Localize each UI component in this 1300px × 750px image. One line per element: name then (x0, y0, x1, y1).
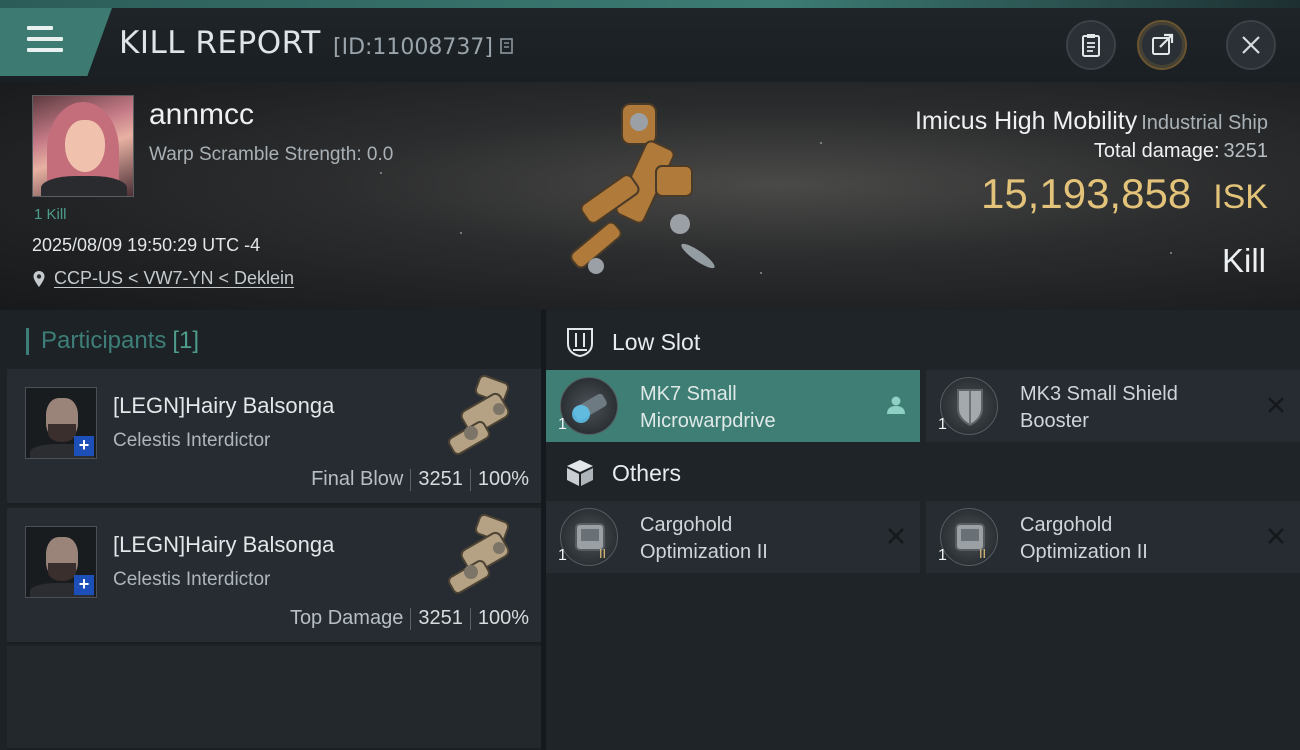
total-damage: Total damage: 3251 (1093, 140, 1268, 162)
share-button[interactable] (1137, 20, 1187, 70)
hamburger-icon (27, 26, 63, 56)
low-slot-icon (567, 328, 593, 358)
participant-avatar[interactable]: + (25, 387, 97, 459)
participant-percent: 100% (477, 607, 529, 629)
others-header: Others (564, 457, 681, 489)
kill-count: 1 Kill (34, 206, 67, 223)
victim-name[interactable]: annmcc (149, 98, 254, 132)
destroyed-icon (1268, 528, 1284, 544)
participant-ship: Celestis Interdictor (113, 430, 271, 451)
module-quantity: 1 (938, 416, 947, 433)
add-contact-icon[interactable]: + (74, 575, 94, 595)
victim-ship-name[interactable]: Imicus High Mobility Industrial Ship (915, 107, 1268, 136)
victim-ship-image (570, 103, 715, 274)
participant-row[interactable]: + [LEGN]Hairy Balsonga Celestis Interdic… (7, 508, 541, 644)
module-name: MK3 Small Shield Booster (1020, 383, 1178, 432)
menu-button[interactable] (0, 8, 112, 76)
kill-summary: annmcc Warp Scramble Strength: 0.0 1 Kil… (0, 82, 1300, 310)
report-id: [ID:11008737] (333, 35, 493, 60)
module-cargohold-optimization[interactable]: II 1 Cargohold Optimization II (926, 501, 1300, 573)
participant-row[interactable]: + [LEGN]Hairy Balsonga Celestis Interdic… (7, 369, 541, 505)
participant-ship-image (448, 374, 510, 455)
pilot-icon[interactable] (884, 393, 908, 417)
location-pin-icon (33, 270, 45, 287)
module-name: Cargohold Optimization II (640, 514, 768, 563)
module-name: Cargohold Optimization II (1020, 514, 1148, 563)
participant-stats: Final Blow 3251 100% (311, 468, 529, 491)
participant-damage: 3251 (418, 607, 463, 629)
participant-damage: 3251 (418, 468, 463, 490)
participant-name[interactable]: [LEGN]Hairy Balsonga (113, 532, 334, 558)
warp-scramble-strength: Warp Scramble Strength: 0.0 (149, 144, 394, 165)
location-text: CCP-US < VW7-YN < Deklein (54, 268, 295, 288)
participant-avatar[interactable]: + (25, 526, 97, 598)
participant-list-empty-area (7, 646, 541, 750)
close-button[interactable] (1226, 20, 1276, 70)
low-slot-header: Low Slot (564, 326, 700, 358)
module-name: MK7 Small Microwarpdrive (640, 383, 776, 432)
page-title: KILL REPORT (119, 25, 321, 61)
destroyed-icon (888, 528, 904, 544)
participant-ship-image (448, 513, 510, 594)
clipboard-icon (1082, 34, 1100, 57)
cargohold-rig-icon: II (940, 508, 998, 566)
add-contact-icon[interactable]: + (74, 436, 94, 456)
participant-name[interactable]: [LEGN]Hairy Balsonga (113, 393, 334, 419)
shield-booster-icon (940, 377, 998, 435)
result-label: Kill (1221, 242, 1266, 279)
svg-text:II: II (599, 547, 606, 561)
participants-panel: Participants [1] + [LEGN]Hairy Balsonga … (0, 310, 541, 750)
module-quantity: 1 (558, 416, 567, 433)
participant-percent: 100% (477, 468, 529, 490)
top-accent-line (0, 0, 1300, 8)
clipboard-button[interactable] (1066, 20, 1116, 70)
destroyed-icon (1268, 397, 1284, 413)
victim-portrait[interactable] (32, 95, 134, 197)
fittings-panel: Low Slot 1 MK7 Small Microwarpdrive 1 MK… (546, 310, 1300, 750)
cargo-box-icon (567, 460, 593, 486)
module-shield-booster[interactable]: 1 MK3 Small Shield Booster (926, 370, 1300, 442)
module-quantity: 1 (558, 547, 567, 564)
module-cargohold-optimization[interactable]: II 1 Cargohold Optimization II (546, 501, 920, 573)
share-icon (1152, 33, 1174, 55)
participant-tag: Final Blow (311, 468, 404, 490)
microwarpdrive-icon (560, 377, 618, 435)
isk-value: 15,193,858 ISK (980, 170, 1268, 217)
copy-icon[interactable] (500, 38, 515, 56)
kill-datetime: 2025/08/09 19:50:29 UTC -4 (32, 235, 261, 255)
cargohold-rig-icon: II (560, 508, 618, 566)
ship-class: Industrial Ship (1141, 112, 1268, 134)
header-bar: KILL REPORT [ID:11008737] (0, 8, 1300, 82)
close-icon (1242, 36, 1260, 54)
module-quantity: 1 (938, 547, 947, 564)
module-microwarpdrive[interactable]: 1 MK7 Small Microwarpdrive (546, 370, 920, 442)
participants-header: Participants [1] (26, 327, 199, 355)
svg-text:II: II (979, 547, 986, 561)
kill-location-link[interactable]: CCP-US < VW7-YN < Deklein (32, 268, 294, 289)
participant-stats: Top Damage 3251 100% (290, 607, 529, 630)
participant-tag: Top Damage (289, 607, 404, 629)
participant-ship: Celestis Interdictor (113, 569, 271, 590)
